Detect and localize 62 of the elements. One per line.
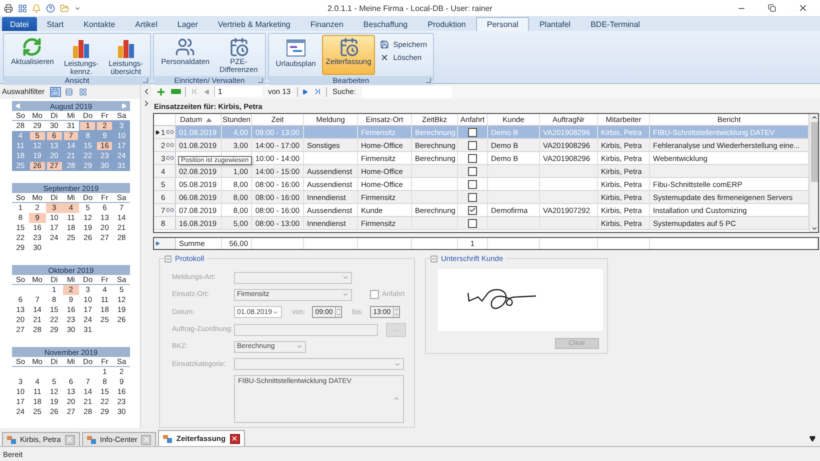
sort-icon bbox=[206, 118, 212, 122]
view-button[interactable] bbox=[64, 86, 75, 96]
window-icon bbox=[86, 436, 96, 444]
help-icon[interactable] bbox=[46, 4, 55, 12]
add-button[interactable] bbox=[155, 86, 167, 96]
dropdown-icon[interactable] bbox=[74, 4, 81, 12]
previous-button[interactable] bbox=[203, 88, 211, 94]
row-arrow-icon bbox=[155, 241, 160, 246]
refresh-icon bbox=[22, 37, 42, 57]
ribbon-tab[interactable]: Produktion bbox=[418, 17, 476, 31]
checkbox[interactable] bbox=[468, 192, 477, 202]
checkbox[interactable] bbox=[468, 166, 477, 176]
launcher-icon[interactable] bbox=[143, 78, 148, 83]
window-icon bbox=[163, 434, 172, 442]
scrollbar[interactable] bbox=[809, 114, 818, 232]
ribbon-tab[interactable]: Kontakte bbox=[74, 17, 126, 31]
view-button[interactable] bbox=[78, 86, 89, 96]
file-tab[interactable]: Datei bbox=[2, 17, 37, 31]
bell-icon[interactable] bbox=[32, 4, 41, 12]
dropdown-icon[interactable] bbox=[809, 435, 816, 442]
ribbon-tab[interactable]: Artikel bbox=[125, 17, 168, 31]
scroll-down-icon[interactable] bbox=[810, 225, 818, 232]
minus-icon bbox=[171, 89, 181, 94]
table-icon[interactable] bbox=[18, 4, 27, 12]
ribbon-tab[interactable]: Vertrieb & Marketing bbox=[208, 17, 300, 31]
planner-icon bbox=[284, 37, 307, 59]
window-icon bbox=[7, 436, 16, 444]
calendar-clock-icon bbox=[338, 37, 359, 57]
ribbon-tab[interactable]: Lager bbox=[167, 17, 208, 31]
plus-icon bbox=[156, 86, 166, 96]
checkbox[interactable] bbox=[468, 218, 477, 228]
folder-icon[interactable] bbox=[60, 4, 69, 12]
ribbon-tab[interactable]: Plantafel bbox=[529, 17, 581, 31]
calendar-clock-icon bbox=[228, 37, 249, 57]
people-icon bbox=[175, 37, 196, 57]
signature-pad[interactable] bbox=[438, 269, 603, 331]
ribbon-tab[interactable]: Personal bbox=[476, 17, 530, 31]
checkbox[interactable] bbox=[468, 180, 477, 188]
next-month-icon[interactable] bbox=[121, 103, 127, 109]
view-button[interactable] bbox=[50, 86, 61, 96]
delete-icon bbox=[380, 53, 390, 62]
scroll-up-icon[interactable] bbox=[810, 114, 818, 121]
next-button[interactable] bbox=[300, 88, 309, 94]
close-icon[interactable] bbox=[230, 434, 240, 444]
checkbox[interactable] bbox=[468, 206, 477, 214]
search-field[interactable] bbox=[362, 86, 452, 98]
save-icon bbox=[380, 40, 390, 49]
ribbon-tab[interactable]: Start bbox=[36, 17, 74, 31]
checkbox[interactable] bbox=[468, 140, 477, 150]
launcher-icon[interactable] bbox=[426, 78, 432, 83]
launcher-icon[interactable] bbox=[258, 78, 263, 83]
restore-icon[interactable] bbox=[768, 3, 776, 13]
print-icon[interactable] bbox=[4, 4, 13, 12]
ribbon-tab[interactable]: Finanzen bbox=[300, 17, 354, 31]
checkbox[interactable] bbox=[468, 128, 477, 136]
previous-month-icon[interactable] bbox=[15, 103, 21, 109]
window-title: 2.0.1.1 - Meine Firma - Local-DB - User: rainer bbox=[328, 4, 492, 12]
remove-button[interactable] bbox=[170, 89, 182, 94]
ribbon-tab[interactable]: Beschaffung bbox=[353, 17, 418, 31]
ribbon-tab[interactable]: BDE-Terminal bbox=[580, 17, 650, 31]
close-icon[interactable] bbox=[798, 3, 808, 13]
checkbox[interactable] bbox=[468, 154, 477, 162]
